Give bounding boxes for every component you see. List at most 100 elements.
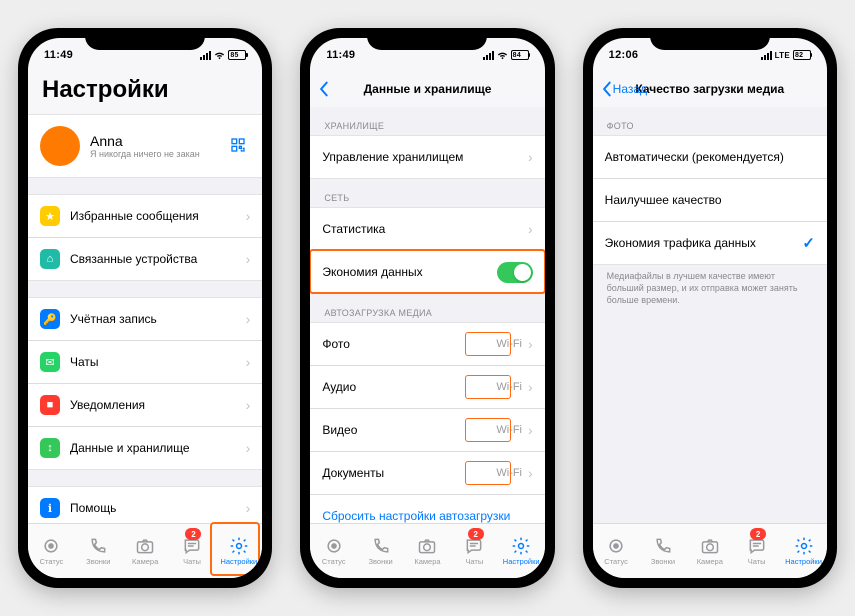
tab-status[interactable]: Статус [593, 524, 640, 578]
data-saver-row[interactable]: Экономия данных [310, 250, 544, 293]
tab-chats[interactable]: Чаты 2 [733, 524, 780, 578]
tab-label: Статус [40, 557, 64, 566]
tab-bar: Статус Звонки Камера Чаты 2 Настройки [593, 523, 827, 578]
chevron-right-icon: › [246, 209, 251, 223]
quality-option[interactable]: Экономия трафика данных✓ [593, 221, 827, 264]
reset-autodownload-button[interactable]: Сбросить настройки автозагрузки [310, 494, 544, 523]
network-stats-row[interactable]: Статистика › [310, 208, 544, 250]
settings-row[interactable]: ✉ Чаты› [28, 340, 262, 383]
notch [367, 28, 487, 50]
tab-calls[interactable]: Звонки [357, 524, 404, 578]
wifi-icon [214, 49, 225, 62]
tab-camera[interactable]: Камера [122, 524, 169, 578]
profile-cell[interactable]: Anna Я никогда ничего не закан [28, 115, 262, 177]
group-starred: ★Избранные сообщения› ⌂ Связанные устройст… [28, 194, 262, 281]
tab-settings[interactable]: Настройки [215, 524, 262, 578]
nav-title: Данные и хранилище [364, 82, 492, 96]
profile-name: Anna [90, 133, 230, 149]
battery-icon: 82 [793, 50, 811, 60]
quality-option[interactable]: Автоматически (рекомендуется) [593, 136, 827, 178]
tab-label: Статус [322, 557, 346, 566]
tab-chats[interactable]: Чаты2 [169, 524, 216, 578]
tab-calls[interactable]: Звонки [75, 524, 122, 578]
row-icon: 🔑 [40, 309, 60, 329]
row-label: Данные и хранилище [70, 441, 244, 455]
tab-label: Чаты [183, 557, 201, 566]
page-title: Настройки [28, 72, 262, 114]
tab-status[interactable]: Статус [310, 524, 357, 578]
settings-row[interactable]: ★Избранные сообщения› [28, 195, 262, 237]
tab-label: Статус [604, 557, 628, 566]
nav-bar: Данные и хранилище [310, 72, 544, 107]
back-button[interactable]: Назад [601, 81, 647, 97]
chevron-right-icon: › [246, 355, 251, 369]
row-label: Помощь [70, 501, 244, 515]
tab-bar: Статус Звонки Камера Чаты 2 Настройки [310, 523, 544, 578]
row-label: Фото [322, 337, 496, 351]
row-value: Wi-Fi [496, 381, 522, 393]
row-icon: ★ [40, 206, 60, 226]
notch [85, 28, 205, 50]
group-help: ℹПомощь›♥Рассказать другу› [28, 486, 262, 523]
group-account: 🔑Учётная запись›✉Чаты›■Уведомления›↕Данн… [28, 297, 262, 470]
data-saver-toggle[interactable] [497, 262, 533, 283]
badge: 2 [750, 528, 766, 540]
clock: 12:06 [609, 49, 639, 61]
tab-calls[interactable]: Звонки [640, 524, 687, 578]
quality-option[interactable]: Наилучшее качество [593, 178, 827, 221]
settings-row[interactable]: 🔑Учётная запись› [28, 298, 262, 340]
chevron-right-icon: › [246, 501, 251, 515]
tab-camera[interactable]: Камера [686, 524, 733, 578]
settings-row[interactable]: ⌂ Связанные устройства› [28, 237, 262, 280]
nav-bar: Назад Качество загрузки медиа [593, 72, 827, 107]
badge: 2 [468, 528, 484, 540]
tab-status[interactable]: Статус [28, 524, 75, 578]
section-network: СЕТЬ [310, 179, 544, 207]
tab-camera[interactable]: Камера [404, 524, 451, 578]
chevron-right-icon: › [246, 312, 251, 326]
tab-chats[interactable]: Чаты 2 [451, 524, 498, 578]
section-storage: ХРАНИЛИЩЕ [310, 107, 544, 135]
avatar [40, 126, 80, 166]
tab-label: Звонки [651, 557, 675, 566]
settings-row[interactable]: ↕Данные и хранилище› [28, 426, 262, 469]
row-label: Видео [322, 423, 496, 437]
chevron-right-icon: › [528, 380, 533, 394]
row-icon: ✉ [40, 352, 60, 372]
tab-label: Чаты [748, 557, 766, 566]
battery-icon: 85 [228, 50, 246, 60]
settings-row[interactable]: ■Уведомления› [28, 383, 262, 426]
media-row[interactable]: ДокументыWi-Fi › [310, 451, 544, 494]
row-value: Wi-Fi [496, 467, 522, 479]
tab-label: Камера [697, 557, 723, 566]
row-label: Чаты [70, 355, 244, 369]
tab-bar: Статус ЗвонкиКамераЧаты2Настройки [28, 523, 262, 578]
row-label: Документы [322, 466, 496, 480]
row-label: Связанные устройства [70, 252, 244, 266]
back-button[interactable] [318, 81, 329, 97]
media-row[interactable]: АудиоWi-Fi› [310, 365, 544, 408]
row-icon: ⌂ [40, 249, 60, 269]
check-icon: ✓ [802, 234, 815, 252]
media-row[interactable]: ВидеоWi-Fi› [310, 408, 544, 451]
clock: 11:49 [326, 49, 355, 61]
row-value: Wi-Fi [496, 338, 522, 350]
chevron-right-icon: › [246, 252, 251, 266]
tab-label: Чаты [465, 557, 483, 566]
phone-data-storage: 11:49 84 Данные и хранилище ХРАНИЛИЩЕ [300, 28, 554, 588]
chevron-right-icon: › [528, 222, 533, 236]
manage-storage-row[interactable]: Управление хранилищем › [310, 136, 544, 178]
settings-row[interactable]: ℹПомощь› [28, 487, 262, 523]
option-label: Автоматически (рекомендуется) [605, 150, 815, 164]
battery-icon: 84 [511, 50, 529, 60]
row-value: Wi-Fi [496, 424, 522, 436]
qr-icon[interactable] [230, 137, 246, 156]
media-row[interactable]: ФотоWi-Fi› [310, 323, 544, 365]
chevron-right-icon: › [528, 466, 533, 480]
cellular-icon [761, 51, 772, 60]
tab-settings[interactable]: Настройки [498, 524, 545, 578]
quality-note: Медиафайлы в лучшем качестве имеют больш… [593, 265, 827, 308]
tab-settings[interactable]: Настройки [780, 524, 827, 578]
tab-label: Камера [414, 557, 440, 566]
chevron-right-icon: › [528, 150, 533, 164]
